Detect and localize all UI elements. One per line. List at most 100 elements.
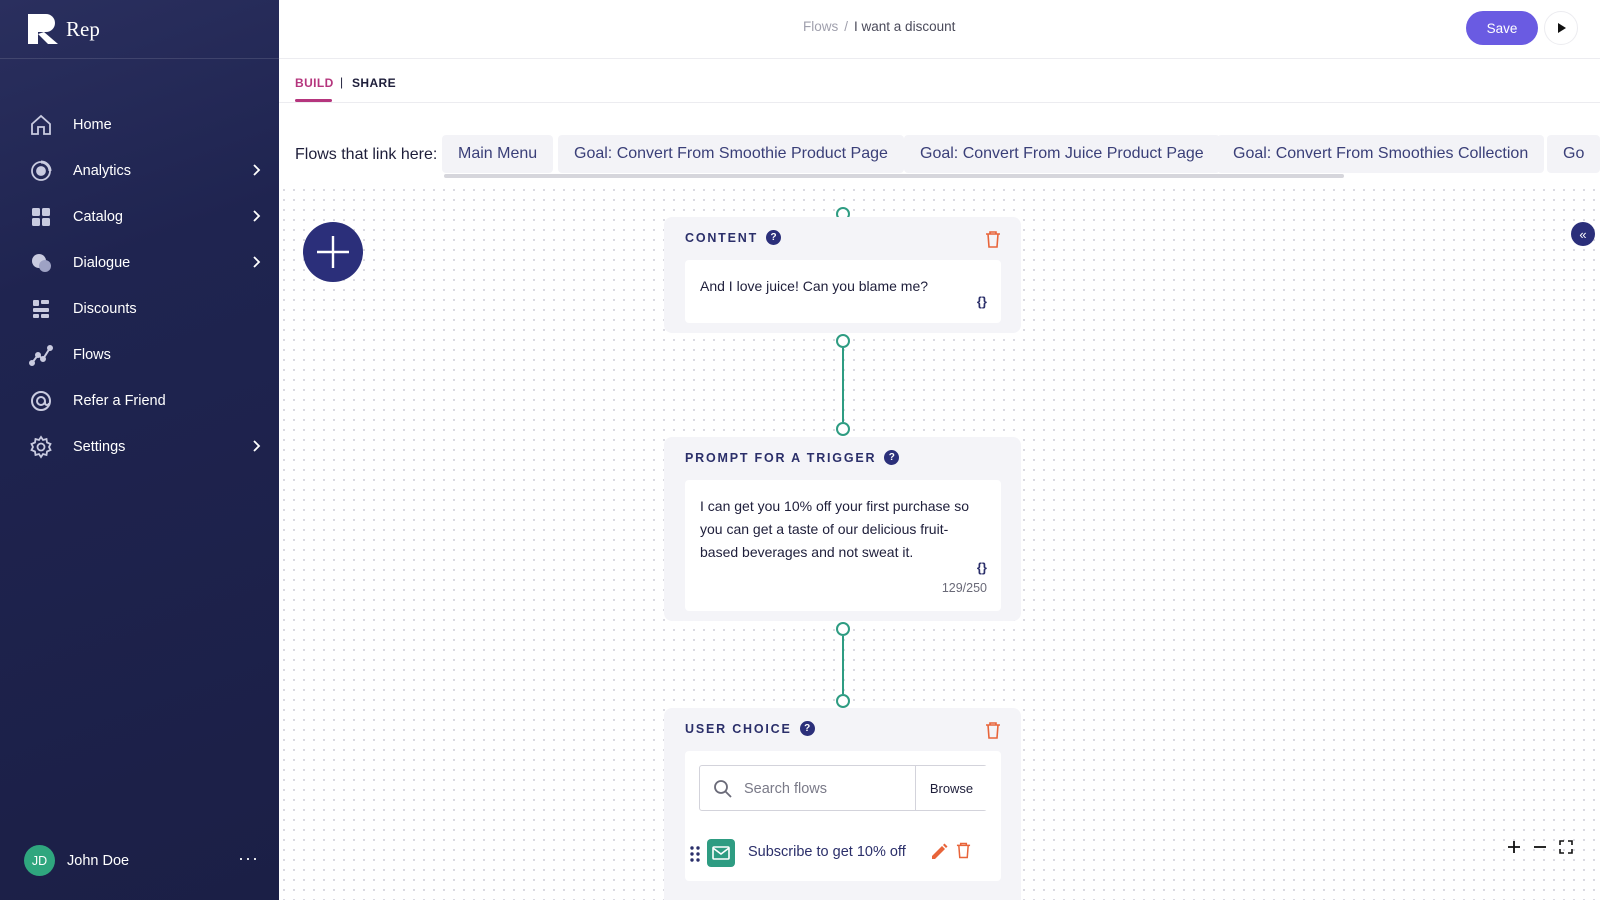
- content-card: CONTENT ? And I love juice! Can you blam…: [664, 217, 1021, 333]
- sidebar-item-analytics[interactable]: Analytics: [0, 148, 279, 194]
- chevron-right-icon: [253, 210, 261, 222]
- chevron-right-icon: [253, 440, 261, 452]
- breadcrumb-parent-link[interactable]: Flows: [803, 19, 838, 34]
- fullscreen-button[interactable]: [1556, 837, 1576, 857]
- sidebar-item-discounts[interactable]: Discounts: [0, 286, 279, 332]
- sidebar-item-settings[interactable]: Settings: [0, 424, 279, 470]
- connector-node[interactable]: [836, 422, 850, 436]
- linked-flow-chip[interactable]: Main Menu: [442, 135, 554, 173]
- character-counter: 129/250: [941, 581, 987, 595]
- browse-button[interactable]: Browse: [915, 766, 987, 810]
- linked-flows-bar: Flows that link here: Main Menu Goal: Co…: [279, 103, 1600, 185]
- delete-card-trash-icon[interactable]: [985, 230, 1001, 248]
- zoom-in-button[interactable]: [1504, 837, 1524, 857]
- home-icon: [28, 112, 54, 138]
- sidebar-item-refer-a-friend[interactable]: Refer a Friend: [0, 378, 279, 424]
- search-icon: [714, 780, 732, 798]
- connector-edge: [842, 348, 844, 422]
- build-share-tabs: BUILD | SHARE: [279, 59, 1600, 103]
- save-button[interactable]: Save: [1466, 11, 1538, 45]
- chevron-right-icon: [253, 256, 261, 268]
- search-flows-input[interactable]: [744, 776, 909, 802]
- linked-flow-chip[interactable]: Goal: Convert From Smoothie Product Page: [558, 135, 904, 173]
- content-message-text: And I love juice! Can you blame me?: [700, 278, 929, 294]
- user-choice-card: USER CHOICE ? Browse Subscribe to get 10…: [664, 708, 1021, 900]
- breadcrumb-current: I want a discount: [854, 19, 956, 34]
- drag-handle-icon[interactable]: [689, 845, 701, 863]
- catalog-icon: [28, 204, 54, 230]
- search-flows-box: Browse: [699, 765, 987, 811]
- more-options-icon[interactable]: ···: [238, 848, 259, 869]
- rep-logo-icon: [28, 14, 58, 44]
- linked-flow-chip[interactable]: Goal: Convert From Smoothies Collection: [1217, 135, 1545, 173]
- sidebar-item-label: Refer a Friend: [73, 393, 166, 409]
- plus-icon: [317, 236, 349, 268]
- refer-icon: [28, 388, 54, 414]
- sidebar-divider: [0, 58, 279, 59]
- sidebar-item-dialogue[interactable]: Dialogue: [0, 240, 279, 286]
- sidebar-item-label: Analytics: [73, 163, 132, 179]
- sidebar-item-flows[interactable]: Flows: [0, 332, 279, 378]
- connector-node[interactable]: [836, 334, 850, 348]
- add-step-button[interactable]: [303, 222, 363, 282]
- preview-play-button[interactable]: [1544, 11, 1578, 45]
- prompt-message-text: I can get you 10% off your first purchas…: [700, 498, 970, 560]
- horizontal-scrollbar[interactable]: [444, 174, 1344, 178]
- variable-braces-icon[interactable]: {}: [977, 294, 987, 309]
- flows-icon: [28, 342, 54, 368]
- top-header: Flows / I want a discount Save: [279, 0, 1600, 59]
- avatar: JD: [24, 845, 55, 876]
- fullscreen-icon: [1559, 840, 1573, 854]
- chevron-right-icon: [253, 164, 261, 176]
- sidebar-item-home[interactable]: Home: [0, 102, 279, 148]
- linked-flows-label: Flows that link here:: [295, 146, 438, 163]
- delete-card-trash-icon[interactable]: [985, 721, 1001, 739]
- sidebar-item-catalog[interactable]: Catalog: [0, 194, 279, 240]
- analytics-icon: [28, 158, 54, 184]
- help-icon[interactable]: ?: [799, 721, 815, 736]
- play-icon: [1558, 23, 1566, 33]
- gear-icon: [28, 434, 54, 460]
- card-title-text: PROMPT FOR A TRIGGER: [685, 450, 877, 465]
- sidebar: Rep Home Analytics Catalog Dialogue Disc…: [0, 0, 279, 900]
- collapse-panel-button[interactable]: «: [1571, 222, 1595, 246]
- card-title-text: CONTENT: [685, 230, 759, 245]
- sidebar-item-label: Settings: [73, 439, 126, 455]
- prompt-message-box[interactable]: I can get you 10% off your first purchas…: [685, 480, 1001, 611]
- sidebar-nav: Home Analytics Catalog Dialogue Discount…: [0, 102, 279, 470]
- sidebar-item-label: Dialogue: [73, 255, 131, 271]
- linked-flow-chip[interactable]: Goal: Convert From Juice Product Page: [904, 135, 1220, 173]
- zoom-out-button[interactable]: [1530, 837, 1550, 857]
- sidebar-item-label: Home: [73, 117, 112, 133]
- prompt-card-title: PROMPT FOR A TRIGGER ?: [685, 450, 900, 465]
- connector-node[interactable]: [836, 694, 850, 708]
- user-profile[interactable]: JD John Doe: [24, 845, 129, 876]
- edit-pencil-icon[interactable]: [930, 843, 948, 861]
- flow-canvas[interactable]: « CONTENT ? And I love juice! Can you bl…: [279, 185, 1600, 900]
- sidebar-item-label: Flows: [73, 347, 111, 363]
- active-tab-indicator: [295, 99, 332, 102]
- user-name: John Doe: [67, 852, 130, 869]
- tab-separator: |: [340, 75, 344, 89]
- linked-flow-chip[interactable]: Go: [1547, 135, 1600, 173]
- logo[interactable]: Rep: [28, 14, 100, 44]
- sidebar-item-label: Catalog: [73, 209, 123, 225]
- tab-build[interactable]: BUILD: [295, 76, 334, 90]
- user-choice-card-title: USER CHOICE ?: [685, 721, 815, 736]
- plus-icon: [1508, 841, 1520, 853]
- help-icon[interactable]: ?: [766, 230, 782, 245]
- variable-braces-icon[interactable]: {}: [977, 560, 987, 575]
- connector-edge: [842, 636, 844, 694]
- delete-choice-trash-icon[interactable]: [956, 841, 971, 859]
- tab-share[interactable]: SHARE: [352, 76, 396, 90]
- breadcrumb: Flows / I want a discount: [803, 19, 955, 34]
- connector-node[interactable]: [836, 622, 850, 636]
- logo-text: Rep: [66, 16, 100, 41]
- sidebar-item-label: Discounts: [73, 301, 137, 317]
- help-icon[interactable]: ?: [884, 450, 900, 465]
- breadcrumb-separator: /: [844, 19, 849, 34]
- card-title-text: USER CHOICE: [685, 721, 792, 736]
- content-message-box[interactable]: And I love juice! Can you blame me? {}: [685, 260, 1001, 323]
- choice-label[interactable]: Subscribe to get 10% off: [748, 844, 906, 860]
- prompt-trigger-card: PROMPT FOR A TRIGGER ? I can get you 10%…: [664, 437, 1021, 621]
